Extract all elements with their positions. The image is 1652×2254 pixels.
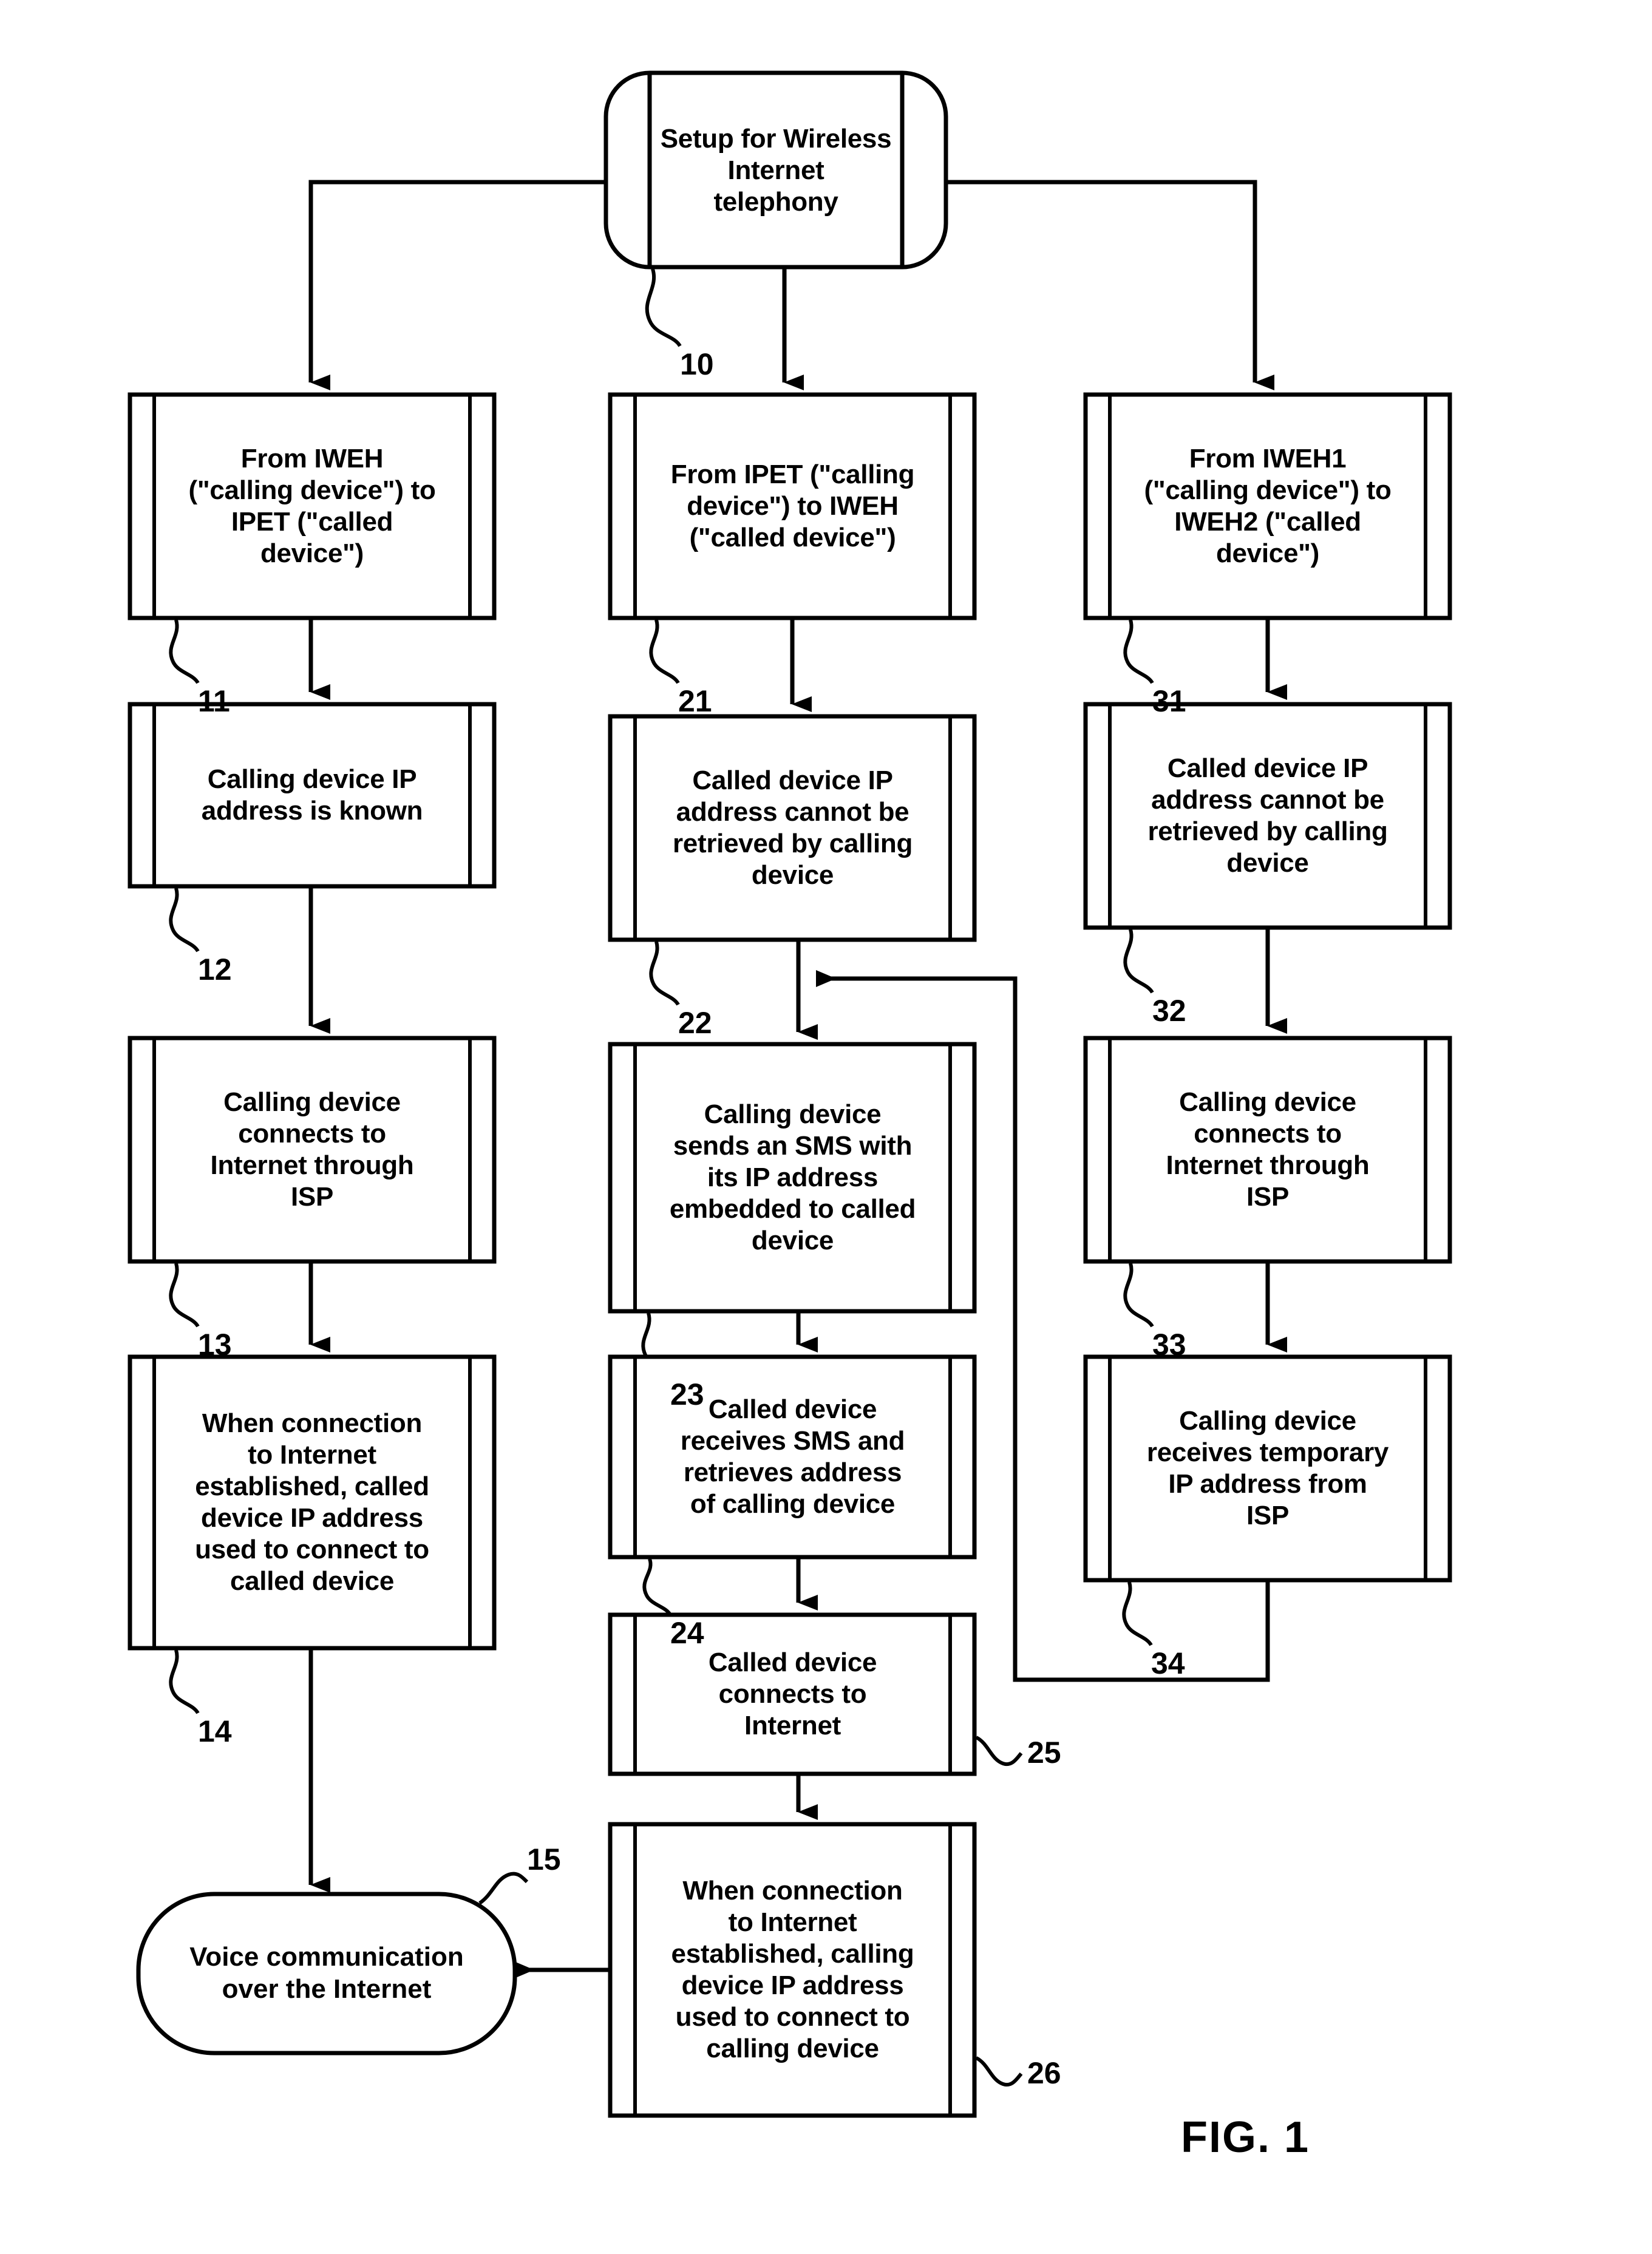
node-11 xyxy=(127,392,497,620)
node-32 xyxy=(1083,702,1452,930)
patent-figure-page: Setup for Wireless Internet telephony 10… xyxy=(0,0,1652,2254)
ref-10: 10 xyxy=(680,347,714,381)
ref-33: 33 xyxy=(1152,1328,1186,1362)
node-33 xyxy=(1083,1036,1452,1264)
node-34 xyxy=(1083,1354,1452,1583)
ref-15: 15 xyxy=(527,1842,561,1876)
ref-34: 34 xyxy=(1151,1646,1185,1680)
node-13 xyxy=(127,1036,497,1264)
node-21 xyxy=(608,392,977,620)
ref-14: 14 xyxy=(198,1714,232,1748)
ref-21: 21 xyxy=(678,684,712,718)
node-end xyxy=(136,1892,517,2055)
ref-22: 22 xyxy=(678,1006,712,1040)
figure-caption: FIG. 1 xyxy=(1181,2113,1310,2162)
flowchart-canvas xyxy=(127,70,1452,2118)
ref-26: 26 xyxy=(1027,2056,1061,2090)
ref-31: 31 xyxy=(1152,684,1186,718)
node-22 xyxy=(608,714,977,942)
node-31 xyxy=(1083,392,1452,620)
node-23 xyxy=(608,1042,977,1314)
ref-12: 12 xyxy=(198,952,232,986)
ref-13: 13 xyxy=(198,1328,232,1362)
ref-23: 23 xyxy=(670,1377,704,1411)
node-14 xyxy=(127,1354,497,1651)
ref-25: 25 xyxy=(1027,1736,1061,1770)
ref-32: 32 xyxy=(1152,994,1186,1028)
node-24 xyxy=(608,1354,977,1560)
node-26 xyxy=(608,1822,977,2118)
node-25 xyxy=(608,1612,977,1776)
ref-24: 24 xyxy=(670,1616,704,1650)
ref-11: 11 xyxy=(198,684,230,718)
node-12 xyxy=(127,702,497,889)
node-start xyxy=(603,70,948,270)
